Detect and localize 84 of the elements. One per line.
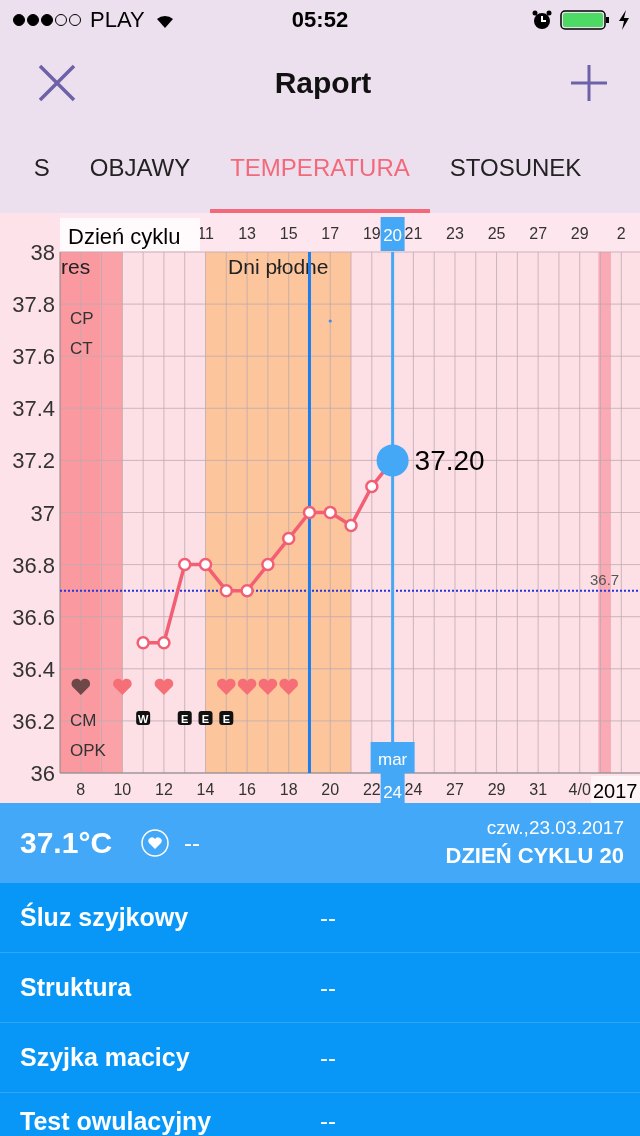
date-label: 31 [529,781,548,798]
x-axis-title: Dzień cyklu [68,224,181,249]
date-text: czw.,23.03.2017 [486,817,624,839]
y-tick-label: 38 [30,240,55,265]
y-tick-label: 36.8 [12,552,55,578]
date-label: 22 [362,781,381,798]
detail-label: Śluz szyjkowy [20,903,190,932]
status-time: 05:52 [291,7,349,33]
carrier-name: PLAY [90,7,145,33]
add-icon[interactable] [570,64,608,102]
temperature-value: 37.1°C [20,826,113,860]
row-label: CM [70,711,97,730]
close-icon[interactable] [38,64,76,102]
y-tick-label: 37.4 [12,396,55,422]
data-point [178,557,192,572]
band-label: res [61,255,91,278]
detail-value: -- [320,973,336,1002]
tab[interactable]: STOSUNEK [429,126,602,213]
detail-label: Struktura [20,973,133,1002]
y-tick-label: 37.8 [12,292,55,318]
y-tick-label: 36.2 [12,708,55,734]
detail-value: -- [320,1107,336,1135]
row-label: CT [70,339,93,358]
charging-icon [618,10,630,30]
y-tick-label: 37.6 [12,344,55,370]
cycle-day-label: 29 [570,225,589,242]
date-label: 4/0 [568,781,591,798]
cycle-day-label: 13 [238,225,256,242]
data-point [240,583,254,598]
cycle-day-label: 19 [362,225,381,242]
tab[interactable]: S [13,126,70,213]
cycle-day-label: 27 [529,225,548,242]
data-point [219,583,234,598]
cycle-day-label: 2 [616,225,626,242]
signal-icon [12,13,82,27]
date-label: 12 [155,781,173,798]
screen-title: Raport [274,66,372,100]
data-point [198,557,213,572]
data-point [261,557,275,572]
date-label: 16 [238,781,256,798]
data-point [157,636,171,650]
detail-label: Szyjka macicy [20,1043,191,1072]
data-point [136,636,150,650]
date-label: 24 [404,781,423,798]
cycle-day-label: 23 [446,225,464,242]
row-label: CP [70,309,94,328]
detail-value: -- [320,1043,336,1072]
battery-icon [560,10,610,30]
selected-reading: 37.20 [414,445,485,477]
cycle-day-label: 15 [279,225,298,242]
cycle-day-text: DZIEŃ CYKLU 20 [445,843,624,869]
note-dot [328,319,332,323]
tab[interactable]: OBJAWY [69,126,211,213]
y-tick-label: 36.6 [12,604,55,630]
data-point [281,531,296,546]
y-tick-label: 37 [30,500,55,526]
date-label: 20 [321,781,340,798]
cycle-day-label: 21 [404,225,423,242]
row-label: OPK [70,741,106,760]
date-label: 14 [196,781,215,798]
mucus-badge: E [219,711,234,725]
y-tick-label: 36.4 [12,656,55,682]
selected-cycle-day: 20 [380,217,405,251]
detail-value: -- [320,903,336,932]
year-label: 2017 [591,776,640,803]
data-point [302,505,317,520]
y-tick-label: 36 [30,761,55,786]
mucus-badge: W [136,711,151,725]
intercourse-value: -- [184,829,201,857]
cycle-day-label: 17 [321,225,340,242]
cycle-axis-title: Dzień cyklu [60,218,200,251]
cover-line-label: 36.7 [590,570,620,588]
y-tick-label: 37.2 [12,448,55,474]
cycle-day-label: 25 [487,225,506,242]
detail-label: Test owulacyjny [20,1107,213,1136]
date-label: 27 [446,781,464,798]
date-label: 29 [487,781,506,798]
alarm-icon [532,10,552,30]
date-label: 10 [113,781,132,798]
date-label: 18 [279,781,298,798]
data-point [323,505,337,520]
data-point [365,479,379,494]
data-point [344,518,358,533]
date-label: 8 [76,781,86,798]
